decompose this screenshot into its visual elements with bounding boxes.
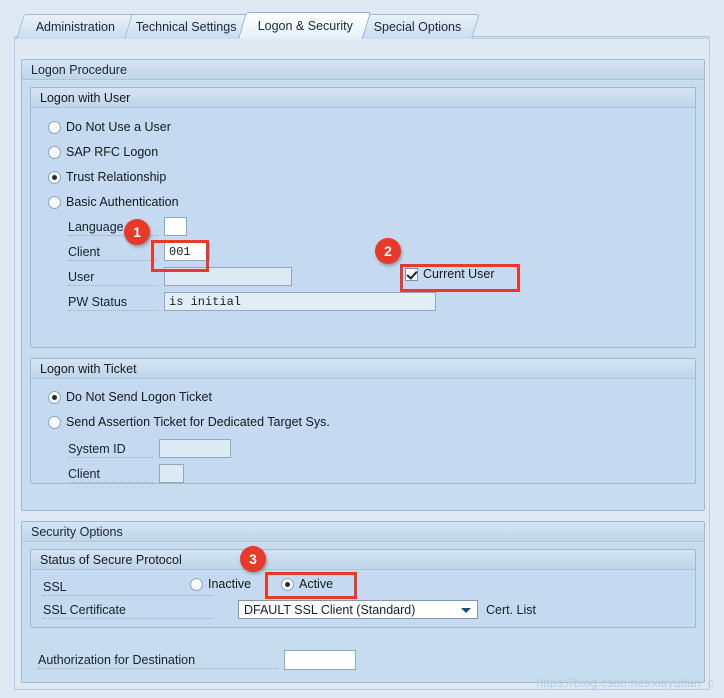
- tab-logon-and-security-label: Logon & Security: [257, 19, 353, 33]
- dropdown-ssl-certificate[interactable]: DFAULT SSL Client (Standard): [238, 600, 478, 619]
- radio-ssl-active-label: Active: [299, 577, 334, 591]
- checkbox-current-user[interactable]: Current User: [405, 267, 495, 281]
- tab-content-panel: Logon Procedure Logon with User Do Not U…: [14, 38, 710, 690]
- radio-trust-relationship-indicator[interactable]: [48, 170, 61, 184]
- radio-sap-rfc-logon[interactable]: SAP RFC Logon: [48, 145, 158, 159]
- tab-special-options[interactable]: Special Options: [354, 14, 480, 39]
- tab-technical-settings-label: Technical Settings: [135, 20, 237, 34]
- group-logon-procedure: Logon Procedure Logon with User Do Not U…: [21, 59, 705, 511]
- tab-logon-and-security[interactable]: Logon & Security: [237, 12, 372, 39]
- label-user: User: [68, 270, 158, 286]
- label-client: Client: [68, 245, 158, 261]
- annotation-badge-2: 2: [375, 238, 401, 264]
- label-ssl-certificate: SSL Certificate: [43, 603, 213, 619]
- radio-do-not-send-logon-ticket-label: Do Not Send Logon Ticket: [66, 390, 212, 404]
- group-logon-procedure-body: Logon with User Do Not Use a User SAP RF…: [22, 81, 704, 510]
- radio-basic-authentication-label: Basic Authentication: [66, 195, 179, 209]
- input-authorization-for-destination[interactable]: [284, 650, 356, 670]
- input-ticket-client[interactable]: [159, 464, 184, 483]
- subgroup-logon-with-user: Logon with User Do Not Use a User SAP RF…: [30, 87, 696, 348]
- radio-trust-relationship[interactable]: Trust Relationship: [48, 170, 166, 184]
- dropdown-ssl-certificate-value: DFAULT SSL Client (Standard): [244, 603, 416, 617]
- chevron-down-icon[interactable]: [461, 607, 471, 613]
- tab-administration[interactable]: Administration: [16, 14, 134, 39]
- label-system-id: System ID: [68, 442, 153, 458]
- radio-send-assertion-ticket[interactable]: Send Assertion Ticket for Dedicated Targ…: [48, 415, 330, 429]
- tab-technical-settings[interactable]: Technical Settings: [116, 14, 255, 39]
- radio-do-not-use-a-user-indicator[interactable]: [48, 120, 61, 134]
- group-security-options-title: Security Options: [22, 522, 704, 542]
- subgroup-status-of-secure-protocol: Status of Secure Protocol SSL Inactive A…: [30, 549, 696, 628]
- radio-ssl-inactive-indicator[interactable]: [190, 577, 203, 591]
- tab-list: Administration Technical Settings Logon …: [16, 8, 480, 39]
- radio-send-assertion-ticket-indicator[interactable]: [48, 415, 61, 429]
- radio-trust-relationship-label: Trust Relationship: [66, 170, 167, 184]
- input-system-id[interactable]: [159, 439, 231, 458]
- group-security-options-body: Status of Secure Protocol SSL Inactive A…: [22, 543, 704, 682]
- label-cert-list: Cert. List: [486, 603, 537, 617]
- radio-basic-authentication-indicator[interactable]: [48, 195, 61, 209]
- subgroup-logon-with-ticket: Logon with Ticket Do Not Send Logon Tick…: [30, 358, 696, 484]
- checkbox-current-user-label: Current User: [423, 267, 495, 281]
- radio-basic-authentication[interactable]: Basic Authentication: [48, 195, 179, 209]
- radio-send-assertion-ticket-label: Send Assertion Ticket for Dedicated Targ…: [66, 415, 330, 429]
- tab-administration-label: Administration: [35, 20, 115, 34]
- input-pw-status: is initial: [164, 292, 436, 311]
- annotation-badge-3: 3: [240, 546, 266, 572]
- radio-ssl-active[interactable]: Active: [281, 577, 333, 591]
- group-security-options: Security Options Status of Secure Protoc…: [21, 521, 705, 683]
- radio-ssl-inactive-label: Inactive: [208, 577, 252, 591]
- input-client[interactable]: 001: [164, 242, 210, 261]
- tab-strip: Administration Technical Settings Logon …: [0, 0, 724, 40]
- label-authorization-for-destination: Authorization for Destination: [38, 653, 278, 669]
- radio-ssl-active-indicator[interactable]: [281, 577, 294, 591]
- radio-sap-rfc-logon-label: SAP RFC Logon: [66, 145, 159, 159]
- radio-do-not-send-logon-ticket[interactable]: Do Not Send Logon Ticket: [48, 390, 212, 404]
- watermark: https://blog.csdn.net/xiayutian_c: [536, 676, 714, 690]
- subgroup-logon-with-user-title: Logon with User: [31, 88, 695, 108]
- radio-do-not-use-a-user-label: Do Not Use a User: [66, 120, 171, 134]
- subgroup-status-of-secure-protocol-title: Status of Secure Protocol: [31, 550, 695, 570]
- radio-ssl-inactive[interactable]: Inactive: [190, 577, 251, 591]
- radio-do-not-use-a-user[interactable]: Do Not Use a User: [48, 120, 171, 134]
- radio-sap-rfc-logon-indicator[interactable]: [48, 145, 61, 159]
- subgroup-logon-with-ticket-title: Logon with Ticket: [31, 359, 695, 379]
- group-logon-procedure-title: Logon Procedure: [22, 60, 704, 80]
- label-ticket-client: Client: [68, 467, 153, 483]
- label-ssl: SSL: [43, 580, 213, 596]
- input-user[interactable]: [164, 267, 292, 286]
- annotation-badge-1: 1: [124, 219, 150, 245]
- checkbox-current-user-indicator[interactable]: [405, 267, 418, 281]
- radio-do-not-send-logon-ticket-indicator[interactable]: [48, 390, 61, 404]
- label-pw-status: PW Status: [68, 295, 158, 311]
- tab-special-options-label: Special Options: [373, 20, 462, 34]
- input-language[interactable]: [164, 217, 187, 236]
